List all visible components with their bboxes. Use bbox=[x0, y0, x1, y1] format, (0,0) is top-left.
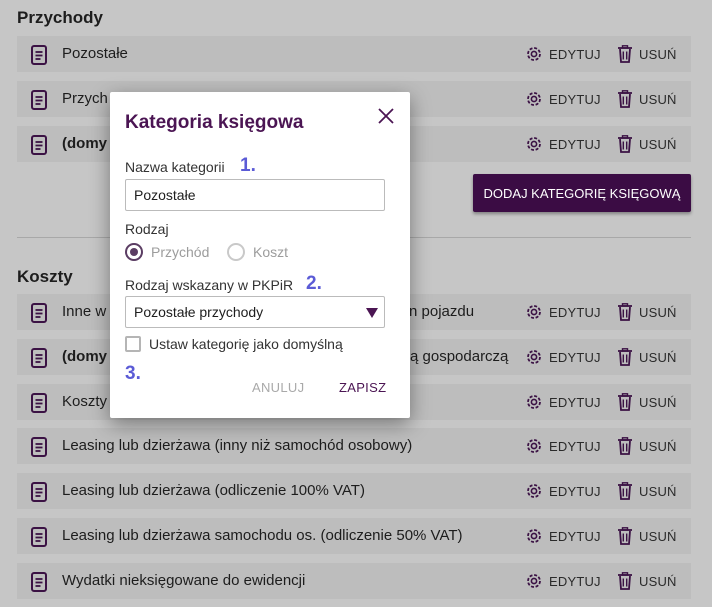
trash-icon bbox=[618, 527, 632, 545]
cancel-button[interactable]: ANULUJ bbox=[252, 380, 304, 395]
radio-cost-label: Koszt bbox=[253, 244, 289, 260]
cost-row: Leasing lub dzierżawa (inny niż samochód… bbox=[17, 428, 691, 464]
edit-button[interactable]: EDYTUJ bbox=[525, 126, 601, 162]
income-section-title: Przychody bbox=[17, 8, 103, 27]
cost-row-label: (domy bbox=[62, 348, 107, 365]
gear-icon bbox=[527, 484, 541, 498]
document-icon bbox=[30, 527, 48, 547]
edit-button[interactable]: EDYTUJ bbox=[525, 339, 601, 375]
gear-icon bbox=[527, 574, 541, 588]
document-icon bbox=[30, 303, 48, 323]
costs-section-title: Koszty bbox=[17, 267, 73, 286]
delete-button[interactable]: USUŃ bbox=[617, 126, 677, 162]
cost-row-label: Inne w bbox=[62, 303, 107, 320]
delete-button[interactable]: USUŃ bbox=[617, 428, 677, 464]
trash-icon bbox=[618, 572, 632, 590]
delete-button[interactable]: USUŃ bbox=[617, 518, 677, 554]
trash-icon bbox=[618, 303, 632, 321]
pkpir-select[interactable]: Pozostałe przychody bbox=[125, 296, 385, 328]
document-icon bbox=[30, 393, 48, 413]
cost-row-label-tail: ą gospodarczą bbox=[410, 348, 509, 365]
document-icon bbox=[30, 135, 48, 155]
step-marker-1: 1. bbox=[240, 155, 256, 176]
cost-row-label-tail: n pojazdu bbox=[409, 303, 475, 320]
gear-icon bbox=[527, 350, 541, 364]
trash-icon bbox=[618, 348, 632, 366]
cost-row: Leasing lub dzierżawa (odliczenie 100% V… bbox=[17, 473, 691, 509]
trash-icon bbox=[618, 135, 632, 153]
type-label: Rodzaj bbox=[125, 221, 169, 237]
gear-icon bbox=[527, 529, 541, 543]
cost-row-label: Koszty bbox=[62, 393, 108, 410]
document-icon bbox=[30, 437, 48, 457]
default-category-label: Ustaw kategorię jako domyślną bbox=[149, 336, 343, 352]
pkpir-label: Rodzaj wskazany w PKPiR bbox=[125, 277, 294, 293]
edit-button[interactable]: EDYTUJ bbox=[525, 81, 601, 117]
cost-row: Wydatki nieksięgowane do ewidencji EDYTU… bbox=[17, 563, 691, 599]
close-icon[interactable] bbox=[376, 106, 396, 126]
gear-icon bbox=[527, 305, 541, 319]
radio-income-label: Przychód bbox=[151, 244, 210, 260]
radio-button[interactable] bbox=[125, 243, 143, 261]
category-dialog: Kategoria księgowa Nazwa kategorii 1. Ro… bbox=[110, 92, 410, 418]
cost-row-label: Wydatki nieksięgowane do ewidencji bbox=[62, 572, 306, 589]
income-row: Pozostałe EDYTUJ USUŃ bbox=[17, 36, 691, 72]
radio-cost[interactable]: Koszt bbox=[227, 243, 288, 261]
gear-icon bbox=[527, 439, 541, 453]
edit-button[interactable]: EDYTUJ bbox=[525, 36, 601, 72]
dialog-title: Kategoria księgowa bbox=[125, 112, 304, 133]
cost-row: Leasing lub dzierżawa samochodu os. (odl… bbox=[17, 518, 691, 554]
trash-icon bbox=[618, 90, 632, 108]
document-icon bbox=[30, 45, 48, 65]
delete-button[interactable]: USUŃ bbox=[617, 339, 677, 375]
edit-button[interactable]: EDYTUJ bbox=[525, 384, 601, 420]
gear-icon bbox=[527, 137, 541, 151]
gear-icon bbox=[527, 395, 541, 409]
trash-icon bbox=[618, 482, 632, 500]
pkpir-select-value: Pozostałe przychody bbox=[134, 304, 264, 320]
edit-button[interactable]: EDYTUJ bbox=[525, 473, 601, 509]
save-button[interactable]: ZAPISZ bbox=[339, 380, 386, 395]
cost-row-label: Leasing lub dzierżawa (odliczenie 100% V… bbox=[62, 482, 365, 499]
document-icon bbox=[30, 348, 48, 368]
income-row-label: Przych bbox=[62, 90, 108, 107]
document-icon bbox=[30, 90, 48, 110]
income-row-label: (domy bbox=[62, 135, 107, 152]
gear-icon bbox=[527, 47, 541, 61]
step-marker-2: 2. bbox=[306, 273, 322, 294]
edit-button[interactable]: EDYTUJ bbox=[525, 563, 601, 599]
edit-button[interactable]: EDYTUJ bbox=[525, 518, 601, 554]
document-icon bbox=[30, 482, 48, 502]
trash-icon bbox=[618, 45, 632, 63]
default-category-checkbox[interactable]: Ustaw kategorię jako domyślną bbox=[125, 336, 343, 352]
delete-button[interactable]: USUŃ bbox=[617, 36, 677, 72]
document-icon bbox=[30, 572, 48, 592]
category-name-label: Nazwa kategorii bbox=[125, 159, 225, 175]
income-row-label: Pozostałe bbox=[62, 45, 128, 62]
delete-button[interactable]: USUŃ bbox=[617, 473, 677, 509]
step-marker-3: 3. bbox=[125, 363, 141, 384]
trash-icon bbox=[618, 393, 632, 411]
caret-down-icon bbox=[366, 308, 378, 318]
radio-income[interactable]: Przychód bbox=[125, 243, 209, 261]
category-name-input[interactable] bbox=[125, 179, 385, 211]
checkbox[interactable] bbox=[125, 336, 141, 352]
cost-row-label: Leasing lub dzierżawa samochodu os. (odl… bbox=[62, 527, 463, 544]
radio-button[interactable] bbox=[227, 243, 245, 261]
gear-icon bbox=[527, 92, 541, 106]
edit-button[interactable]: EDYTUJ bbox=[525, 428, 601, 464]
delete-button[interactable]: USUŃ bbox=[617, 384, 677, 420]
add-category-button[interactable]: DODAJ KATEGORIĘ KSIĘGOWĄ bbox=[473, 174, 691, 212]
delete-button[interactable]: USUŃ bbox=[617, 563, 677, 599]
trash-icon bbox=[618, 437, 632, 455]
delete-button[interactable]: USUŃ bbox=[617, 81, 677, 117]
delete-button[interactable]: USUŃ bbox=[617, 294, 677, 330]
edit-button[interactable]: EDYTUJ bbox=[525, 294, 601, 330]
cost-row-label: Leasing lub dzierżawa (inny niż samochód… bbox=[62, 437, 413, 454]
